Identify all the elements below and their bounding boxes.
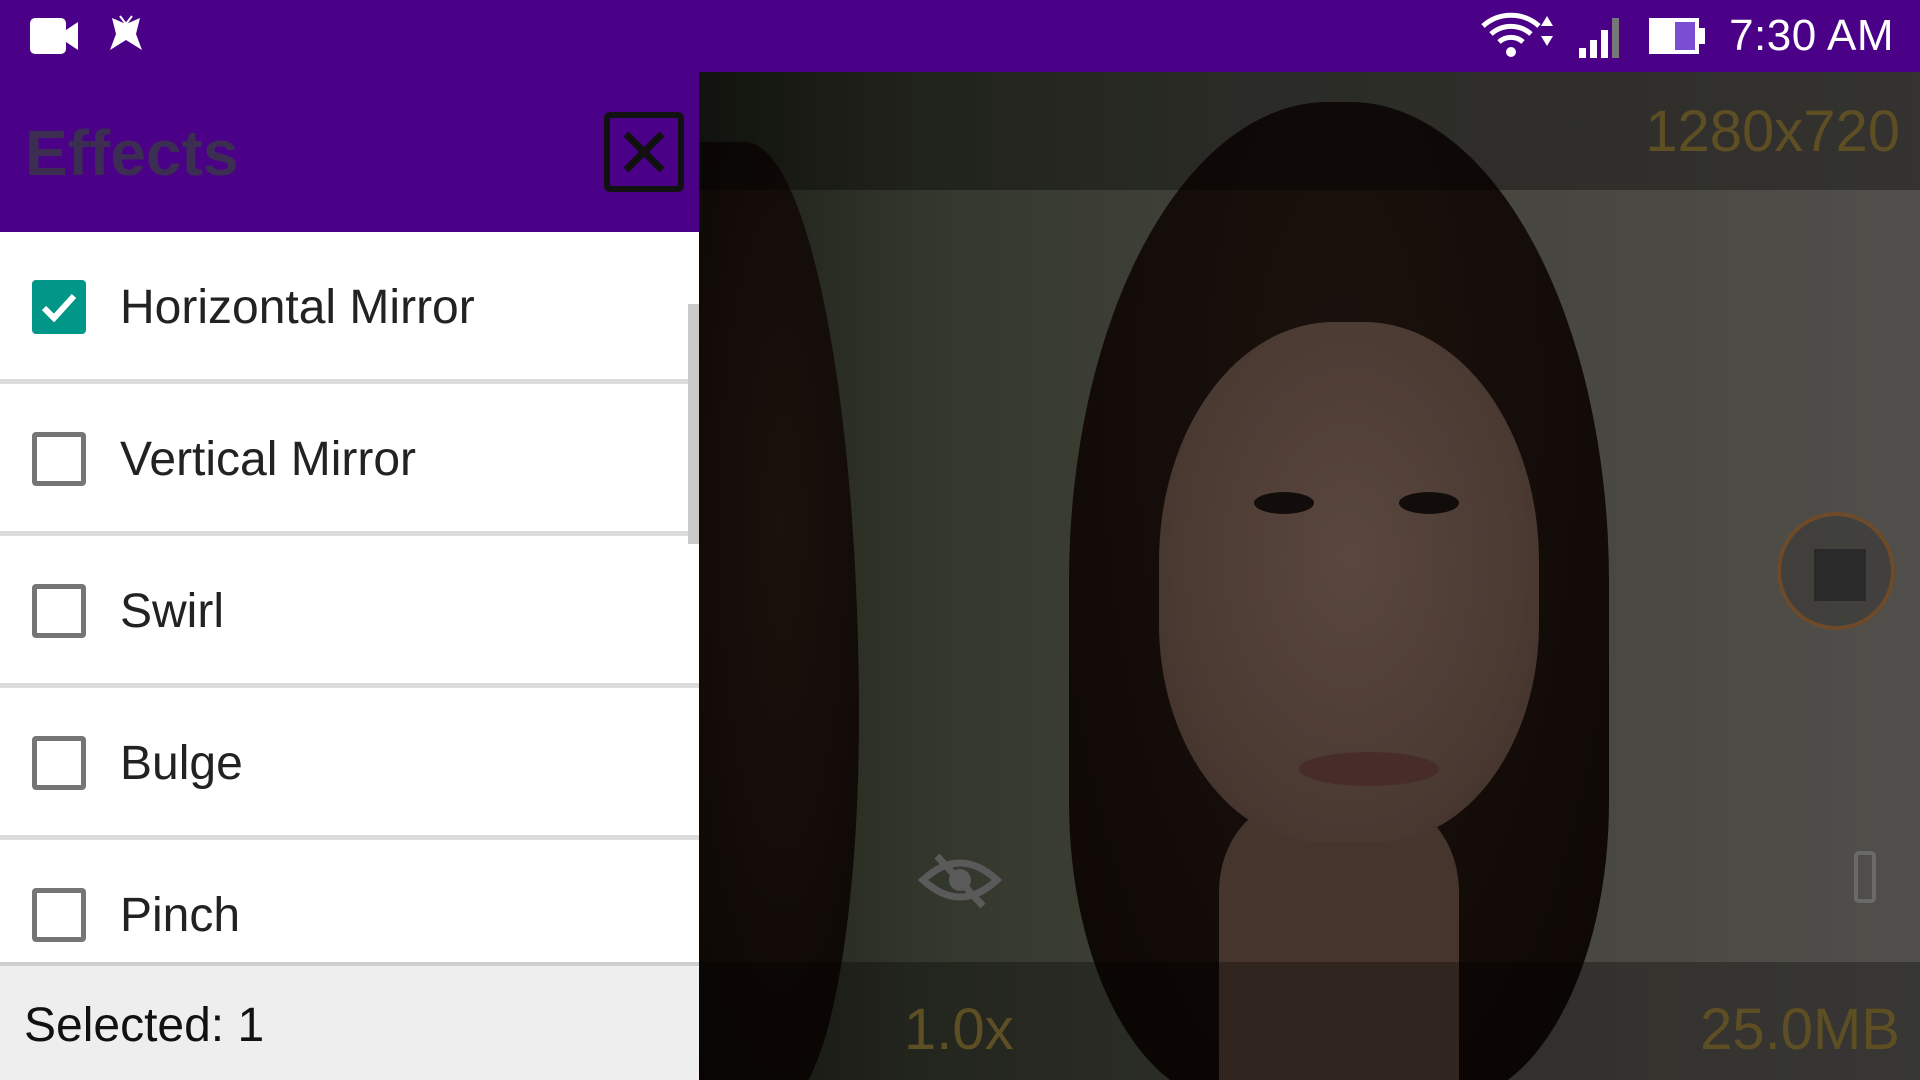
stop-record-button[interactable] bbox=[1777, 512, 1895, 630]
effects-list[interactable]: Horizontal Mirror Vertical Mirror Swirl … bbox=[0, 232, 699, 1036]
checkbox[interactable] bbox=[32, 432, 86, 486]
stop-record-icon bbox=[1814, 549, 1866, 601]
effect-item-bulge[interactable]: Bulge bbox=[0, 688, 699, 840]
status-clock: 7:30 AM bbox=[1729, 11, 1894, 60]
status-right-icons: 7:30 AM bbox=[1479, 11, 1894, 60]
checkbox[interactable] bbox=[32, 736, 86, 790]
effect-label: Swirl bbox=[120, 585, 224, 638]
resolution-bar: 1280x720 bbox=[699, 72, 1920, 190]
video-camera-icon bbox=[30, 18, 78, 54]
drawer-header: Effects bbox=[0, 72, 699, 232]
side-handle-icon[interactable] bbox=[1840, 845, 1890, 907]
close-icon bbox=[623, 131, 665, 173]
resolution-label[interactable]: 1280x720 bbox=[1645, 98, 1900, 165]
effect-label: Pinch bbox=[120, 889, 241, 942]
check-icon bbox=[41, 293, 77, 323]
checkbox-checked[interactable] bbox=[32, 280, 86, 334]
status-bar: 7:30 AM bbox=[0, 0, 1920, 72]
signal-icon bbox=[1579, 18, 1620, 58]
effect-label: Vertical Mirror bbox=[120, 433, 417, 486]
butterfly-app-icon bbox=[110, 15, 142, 50]
drawer-footer: Selected: 1 bbox=[0, 962, 699, 1080]
battery-icon bbox=[1649, 18, 1706, 54]
status-left-icons bbox=[28, 14, 146, 58]
effect-label: Bulge bbox=[120, 737, 243, 790]
preview-dim-overlay bbox=[699, 72, 1920, 1080]
checkbox[interactable] bbox=[32, 888, 86, 942]
checkbox[interactable] bbox=[32, 584, 86, 638]
effect-label: Horizontal Mirror bbox=[120, 281, 475, 334]
camera-info-bar: 1.0x 25.0MB bbox=[699, 962, 1920, 1080]
close-button[interactable] bbox=[604, 112, 684, 192]
effect-item-horizontal-mirror[interactable]: Horizontal Mirror bbox=[0, 232, 699, 384]
scrollbar-thumb[interactable] bbox=[688, 304, 699, 544]
camera-preview[interactable] bbox=[699, 72, 1920, 1080]
selected-count: Selected: 1 bbox=[24, 999, 265, 1052]
effect-item-swirl[interactable]: Swirl bbox=[0, 536, 699, 688]
zoom-label[interactable]: 1.0x bbox=[904, 996, 1014, 1063]
effects-drawer: Effects Horizontal Mirror Vertical Mirro… bbox=[0, 72, 699, 1080]
drawer-title: Effects bbox=[25, 117, 239, 189]
file-size-label: 25.0MB bbox=[1700, 997, 1900, 1062]
wifi-icon bbox=[1481, 12, 1554, 57]
effect-item-vertical-mirror[interactable]: Vertical Mirror bbox=[0, 384, 699, 536]
eye-off-icon[interactable] bbox=[917, 850, 1003, 910]
